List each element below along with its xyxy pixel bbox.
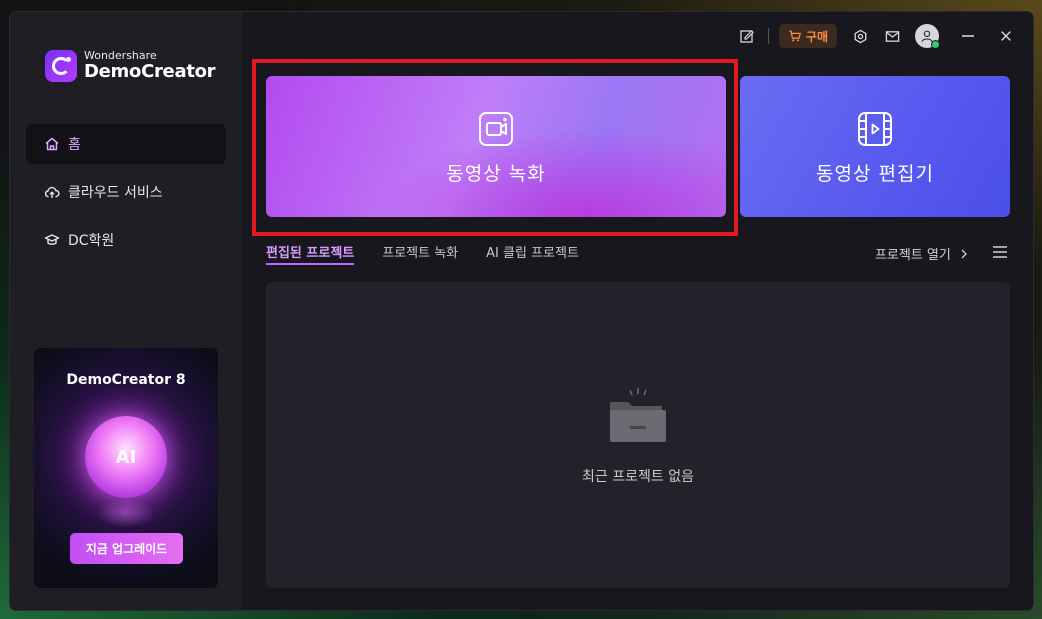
- buy-label: 구매: [805, 29, 828, 44]
- list-menu-icon[interactable]: [993, 246, 1007, 258]
- video-editor-label: 동영상 편집기: [816, 163, 934, 185]
- graduation-cap-icon: [44, 234, 60, 245]
- upgrade-promo-banner[interactable]: DemoCreator 8 AI 지금 업그레이드: [34, 348, 218, 588]
- cloud-upload-icon: [44, 186, 60, 198]
- open-project-label: 프로젝트 열기: [874, 248, 951, 263]
- democreator-logo-icon: [45, 50, 77, 82]
- upgrade-now-button[interactable]: 지금 업그레이드: [70, 533, 183, 564]
- title-bar-divider: [767, 28, 769, 44]
- app-logo: Wondershare DemoCreator: [45, 50, 216, 82]
- sidebar: Wondershare DemoCreator 홈 클라우드 서비스 DC학원 …: [10, 12, 242, 610]
- ai-orb-label: AI: [115, 446, 137, 468]
- open-project-link[interactable]: 프로젝트 열기: [875, 244, 969, 263]
- sidebar-item-label: 홈: [68, 137, 81, 153]
- record-card-highlight-box: [252, 59, 738, 236]
- video-editor-card[interactable]: 동영상 편집기: [740, 76, 1010, 217]
- settings-icon[interactable]: [851, 27, 869, 45]
- empty-state-text: 최근 프로젝트 없음: [582, 469, 694, 485]
- tab-recorded-projects[interactable]: 프로젝트 녹화: [382, 242, 458, 265]
- minimize-icon[interactable]: [959, 27, 977, 45]
- buy-button[interactable]: 구매: [778, 24, 837, 48]
- film-icon: [858, 112, 892, 146]
- close-icon[interactable]: [997, 27, 1015, 45]
- sidebar-nav: 홈 클라우드 서비스 DC학원: [26, 124, 226, 268]
- user-avatar[interactable]: [915, 24, 940, 49]
- title-bar: 구매: [724, 22, 1033, 50]
- ai-orb-image: AI: [85, 416, 167, 498]
- promo-title: DemoCreator 8: [66, 372, 186, 388]
- tab-edited-projects[interactable]: 편집된 프로젝트: [266, 242, 355, 265]
- sidebar-item-academy[interactable]: DC학원: [26, 220, 226, 260]
- home-icon: [45, 137, 59, 151]
- brand-name: DemoCreator: [84, 61, 216, 82]
- orb-reflection: [96, 498, 156, 528]
- cart-icon: [789, 30, 801, 42]
- empty-folder-icon: [610, 388, 666, 442]
- edit-note-icon[interactable]: [738, 27, 756, 45]
- user-icon: [921, 30, 933, 42]
- mail-icon[interactable]: [883, 27, 901, 45]
- sidebar-item-cloud[interactable]: 클라우드 서비스: [26, 172, 226, 212]
- projects-panel: 최근 프로젝트 없음: [266, 282, 1010, 588]
- sidebar-item-label: 클라우드 서비스: [68, 185, 163, 201]
- app-window: Wondershare DemoCreator 홈 클라우드 서비스 DC학원 …: [10, 12, 1033, 610]
- project-tabs: 편집된 프로젝트 프로젝트 녹화 AI 클립 프로젝트: [266, 242, 607, 265]
- tab-ai-clip-projects[interactable]: AI 클립 프로젝트: [486, 242, 579, 265]
- sidebar-item-label: DC학원: [68, 233, 115, 249]
- sidebar-item-home[interactable]: 홈: [26, 124, 226, 164]
- chevron-right-icon: [961, 249, 967, 259]
